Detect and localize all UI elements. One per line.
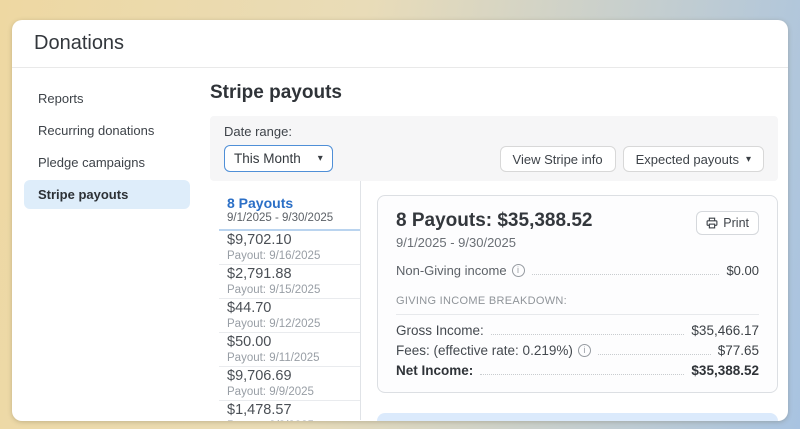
- sidebar: Reports Recurring donations Pledge campa…: [12, 68, 198, 420]
- payout-list-item[interactable]: $1,478.57 Payout: 9/8/2025: [219, 401, 360, 422]
- info-icon[interactable]: i: [511, 264, 525, 277]
- expected-payouts-button[interactable]: Expected payouts ▾: [622, 146, 764, 172]
- sidebar-item-pledge-campaigns[interactable]: Pledge campaigns: [24, 148, 190, 177]
- summary-card-header: 8 Payouts: $35,388.52 9/1/2025 - 9/30/20…: [396, 209, 759, 250]
- dotted-leader: [490, 334, 685, 335]
- view-stripe-info-label: View Stripe info: [512, 151, 603, 167]
- gross-income-label: Gross Income:: [396, 323, 484, 338]
- print-button[interactable]: Print: [696, 211, 759, 235]
- view-stripe-info-button[interactable]: View Stripe info: [499, 146, 616, 172]
- summary-period: 9/1/2025 - 9/30/2025: [396, 235, 516, 250]
- date-range-label: Date range:: [224, 124, 292, 139]
- date-range-group: Date range: This Month ▾: [224, 124, 333, 172]
- payout-summary-card: 8 Payouts: $35,388.52 9/1/2025 - 9/30/20…: [377, 195, 778, 393]
- date-range-value: This Month: [234, 151, 301, 166]
- payout-detail-panel: 8 Payouts: $35,388.52 9/1/2025 - 9/30/20…: [361, 181, 778, 421]
- info-icon[interactable]: i: [577, 344, 591, 357]
- summary-title: 8 Payouts: $35,388.52: [396, 210, 593, 231]
- payouts-count-label: 8 Payouts: [227, 195, 294, 211]
- payouts-period-label: 9/1/2025 - 9/30/2025: [227, 212, 334, 224]
- fees-row: Fees: (effective rate: 0.219%) i $77.65: [396, 343, 759, 358]
- payout-amount: $9,702.10: [227, 232, 292, 248]
- summary-titles: 8 Payouts: $35,388.52 9/1/2025 - 9/30/20…: [396, 209, 592, 250]
- payout-date: Payout: 9/9/2025: [227, 386, 314, 398]
- filter-actions: View Stripe info Expected payouts ▾: [499, 146, 764, 172]
- fees-label: Fees: (effective rate: 0.219%): [396, 343, 573, 358]
- payout-date: Payout: 9/15/2025: [227, 284, 321, 296]
- payout-amount: $9,706.69: [227, 368, 292, 384]
- payout-date: Payout: 9/11/2025: [227, 352, 320, 364]
- payout-list-item[interactable]: $9,702.10 Payout: 9/16/2025: [219, 231, 360, 265]
- expected-payouts-label: Expected payouts: [635, 151, 739, 167]
- non-giving-income-label: Non-Giving income: [396, 263, 507, 278]
- print-label: Print: [723, 216, 749, 230]
- net-income-label: Net Income:: [396, 363, 474, 378]
- net-income-value: $35,388.52: [691, 363, 759, 378]
- info-banner: i On Stripe Payout reports, the amounts …: [377, 413, 778, 421]
- dotted-leader: [597, 354, 711, 355]
- payout-list-item[interactable]: $50.00 Payout: 9/11/2025: [219, 333, 360, 367]
- payout-list-item[interactable]: $9,706.69 Payout: 9/9/2025: [219, 367, 360, 401]
- fees-value: $77.65: [717, 343, 759, 358]
- printer-icon: [706, 217, 718, 229]
- dotted-leader: [531, 274, 720, 275]
- breakdown-section-label: GIVING INCOME BREAKDOWN:: [396, 295, 567, 307]
- filter-bar: Date range: This Month ▾ View Stripe inf…: [210, 116, 778, 181]
- content-area: 8 Payouts 9/1/2025 - 9/30/2025 $9,702.10…: [210, 181, 778, 421]
- chevron-down-icon: ▾: [745, 153, 751, 165]
- payout-amount: $2,791.88: [227, 266, 292, 282]
- payout-date: Payout: 9/12/2025: [227, 318, 321, 330]
- chevron-down-icon: ▾: [317, 153, 323, 164]
- donations-window: Donations Reports Recurring donations Pl…: [12, 20, 788, 421]
- payout-items: $9,702.10 Payout: 9/16/2025 $2,791.88 Pa…: [219, 231, 360, 421]
- non-giving-income-value: $0.00: [726, 263, 759, 278]
- gross-income-value: $35,466.17: [691, 323, 759, 338]
- sidebar-item-recurring-donations[interactable]: Recurring donations: [24, 116, 190, 145]
- payout-list-item[interactable]: $44.70 Payout: 9/12/2025: [219, 299, 360, 333]
- payout-date: Payout: 9/16/2025: [227, 250, 321, 262]
- payout-amount: $50.00: [227, 334, 272, 350]
- sidebar-item-reports[interactable]: Reports: [24, 84, 190, 113]
- payouts-list: 8 Payouts 9/1/2025 - 9/30/2025 $9,702.10…: [210, 181, 361, 421]
- sidebar-item-stripe-payouts[interactable]: Stripe payouts: [24, 180, 190, 209]
- payouts-summary-header[interactable]: 8 Payouts 9/1/2025 - 9/30/2025: [219, 195, 360, 231]
- payout-amount: $44.70: [227, 300, 272, 316]
- payout-date: Payout: 9/8/2025: [227, 420, 354, 421]
- page-title: Donations: [34, 32, 125, 54]
- window-header: Donations: [12, 20, 788, 68]
- main-panel: Stripe payouts Date range: This Month ▾ …: [198, 68, 788, 421]
- payout-list-item[interactable]: $2,791.88 Payout: 9/15/2025: [219, 265, 360, 299]
- payout-amount: $1,478.57: [227, 402, 292, 418]
- net-income-row: Net Income: $35,388.52: [396, 363, 759, 378]
- date-range-select[interactable]: This Month ▾: [224, 145, 333, 172]
- gross-income-row: Gross Income: $35,466.17: [396, 323, 759, 338]
- dotted-leader: [480, 374, 685, 375]
- non-giving-income-row: Non-Giving income i $0.00: [396, 263, 759, 278]
- stripe-payouts-heading: Stripe payouts: [210, 82, 342, 103]
- window-body: Reports Recurring donations Pledge campa…: [12, 68, 788, 421]
- section-divider: [396, 314, 759, 315]
